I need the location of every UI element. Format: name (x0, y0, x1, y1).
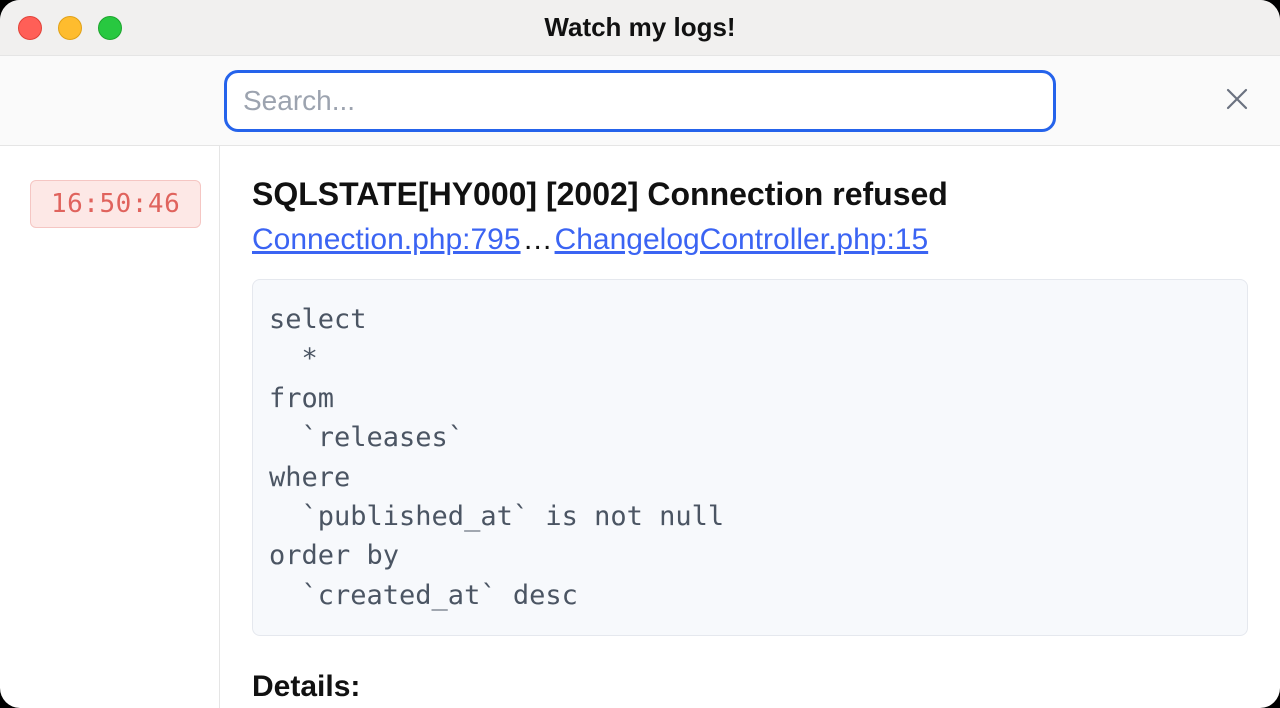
content-area: 16:50:46 SQLSTATE[HY000] [2002] Connecti… (0, 146, 1280, 708)
trace-link-1[interactable]: Connection.php:795 (252, 223, 521, 256)
close-icon[interactable] (1218, 78, 1256, 124)
log-entry: SQLSTATE[HY000] [2002] Connection refuse… (220, 146, 1280, 708)
error-title: SQLSTATE[HY000] [2002] Connection refuse… (252, 176, 1248, 213)
window-title: Watch my logs! (544, 12, 735, 43)
stack-trace: Connection.php:795…ChangelogController.p… (252, 223, 1248, 257)
window-maximize-button[interactable] (98, 16, 122, 40)
trace-link-2[interactable]: ChangelogController.php:15 (555, 223, 929, 256)
trace-separator: … (521, 223, 555, 256)
window-controls (18, 16, 122, 40)
timestamp-badge: 16:50:46 (30, 180, 201, 228)
app-window: Watch my logs! 16:50:46 SQLSTATE[HY000] … (0, 0, 1280, 708)
window-close-button[interactable] (18, 16, 42, 40)
window-minimize-button[interactable] (58, 16, 82, 40)
titlebar: Watch my logs! (0, 0, 1280, 56)
search-input[interactable] (224, 70, 1056, 132)
timestamp-column: 16:50:46 (0, 146, 220, 708)
search-bar (0, 56, 1280, 146)
sql-code-block: select * from `releases` where `publishe… (252, 279, 1248, 636)
details-heading: Details: (252, 670, 1248, 704)
